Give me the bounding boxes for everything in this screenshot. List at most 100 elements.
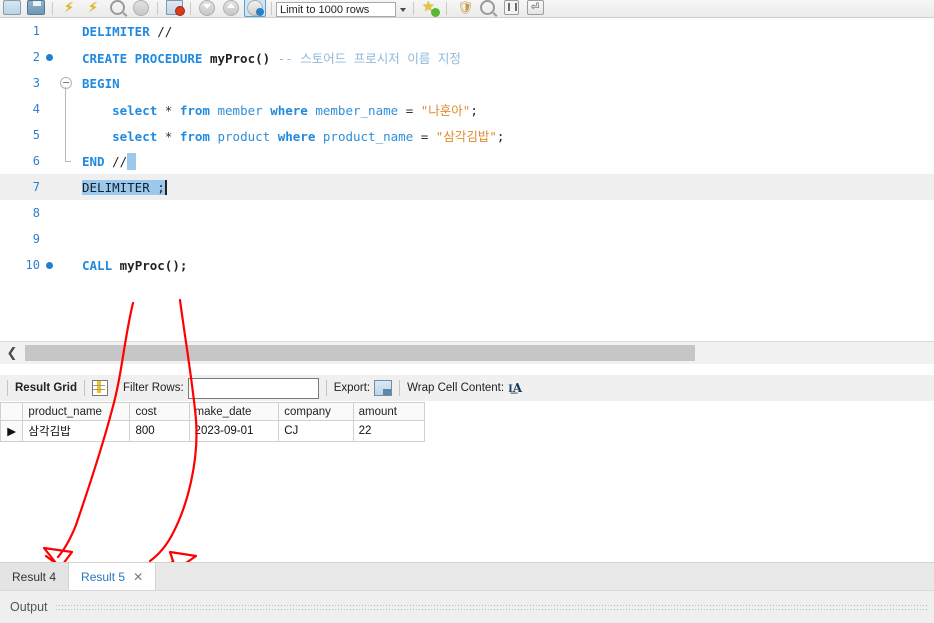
line-number: 1	[32, 24, 40, 38]
output-panel-header[interactable]: Output	[0, 590, 934, 623]
toolbar-divider	[446, 2, 447, 15]
code-line[interactable]: 5 select * from product where product_na…	[0, 122, 934, 148]
sql-keyword: select	[112, 128, 158, 144]
line-marker[interactable]	[40, 261, 58, 269]
sql-string: "나훈아"	[420, 102, 471, 118]
execute-current-statement-icon[interactable]	[82, 0, 104, 17]
code-text: CREATE PROCEDURE myProc() -- 스토어드 프로시저 이…	[74, 48, 934, 67]
code-text: DELIMITER //	[74, 24, 934, 39]
fold-gutter	[58, 148, 74, 174]
column-name: member_name	[315, 102, 399, 118]
code-line[interactable]: 10 CALL myProc();	[0, 252, 934, 278]
column-header[interactable]: company	[278, 402, 354, 421]
fold-collapse-icon[interactable]	[60, 77, 72, 89]
code-text: DELIMITER ;	[74, 179, 934, 195]
editor-horizontal-scrollbar[interactable]: ❮	[0, 341, 934, 364]
toggle-down-icon[interactable]	[196, 0, 218, 17]
filter-rows-input[interactable]	[187, 377, 319, 399]
wrap-lines-icon[interactable]: ⏎	[524, 0, 546, 17]
export-label: Export:	[333, 382, 371, 394]
code-line[interactable]: 4 select * from member where member_name…	[0, 96, 934, 122]
line-number: 9	[32, 232, 40, 246]
breakpoint-dot-icon	[45, 53, 53, 61]
code-line[interactable]: 9	[0, 226, 934, 252]
new-file-icon[interactable]	[1, 0, 23, 17]
line-number: 5	[32, 128, 40, 142]
line-number: 4	[32, 102, 40, 116]
sql-keyword: from	[179, 128, 210, 144]
stop-execution-icon[interactable]	[130, 0, 152, 17]
result-data-grid[interactable]: product_name cost make_date company amou…	[0, 402, 426, 442]
sql-keyword: where	[270, 102, 308, 118]
find-icon[interactable]	[476, 0, 498, 17]
chevron-down-icon[interactable]	[396, 2, 409, 17]
shield-icon[interactable]	[452, 0, 474, 17]
column-name: product_name	[322, 128, 414, 144]
sql-keyword: CREATE PROCEDURE	[82, 50, 203, 66]
table-name: product	[217, 128, 271, 144]
fold-gutter	[58, 200, 74, 226]
grid-view-icon[interactable]	[91, 380, 108, 396]
sql-delimiter: //	[112, 153, 128, 169]
scroll-left-icon[interactable]: ❮	[4, 345, 20, 361]
sql-keyword: DELIMITER	[82, 23, 150, 39]
scrollbar-thumb[interactable]	[25, 345, 695, 361]
code-line-current[interactable]: 7 DELIMITER ;	[0, 174, 934, 200]
sql-keyword: BEGIN	[82, 75, 120, 91]
code-line[interactable]: 1 DELIMITER //	[0, 18, 934, 44]
sql-code-editor[interactable]: 1 DELIMITER // 2 CREATE PROCEDURE myProc…	[0, 18, 934, 338]
toolbar-divider	[271, 2, 272, 15]
limit-rows-select[interactable]: Limit to 1000 rows	[276, 2, 396, 17]
line-number: 2	[32, 50, 40, 64]
commit-icon[interactable]	[244, 0, 266, 17]
toolbar-divider	[115, 380, 116, 396]
stop-on-error-icon[interactable]	[163, 0, 185, 17]
table-row[interactable]: ▶ 삼각김밥 800 2023-09-01 CJ 22	[0, 420, 426, 442]
row-selector-header	[0, 402, 24, 421]
sql-keyword: where	[277, 128, 316, 144]
beautify-icon[interactable]	[419, 0, 441, 17]
toolbar-divider	[52, 2, 53, 15]
procedure-name: myProc();	[119, 257, 188, 273]
code-line[interactable]: 3 BEGIN	[0, 70, 934, 96]
grid-cell-make-date[interactable]: 2023-09-01	[188, 420, 280, 442]
execute-script-icon[interactable]	[58, 0, 80, 17]
column-header[interactable]: make_date	[188, 402, 280, 421]
code-line[interactable]: 6 END //	[0, 148, 934, 174]
column-header[interactable]: amount	[352, 402, 426, 421]
toolbar-divider	[399, 380, 401, 396]
close-icon[interactable]: ✕	[133, 570, 143, 584]
save-file-icon[interactable]	[25, 0, 47, 17]
wrap-cell-content-label: Wrap Cell Content:	[407, 382, 505, 394]
code-text: select * from product where product_name…	[74, 126, 934, 145]
line-marker[interactable]	[40, 53, 58, 61]
fold-gutter	[58, 44, 74, 70]
grid-cell-company[interactable]: CJ	[278, 420, 354, 442]
code-line[interactable]: 2 CREATE PROCEDURE myProc() -- 스토어드 프로시저…	[0, 44, 934, 70]
export-icon[interactable]	[374, 380, 393, 396]
result-grid-label: Result Grid	[15, 382, 77, 394]
output-label: Output	[10, 600, 48, 614]
sql-keyword: CALL	[82, 257, 113, 273]
code-line[interactable]: 8	[0, 200, 934, 226]
column-header[interactable]: product_name	[22, 402, 131, 421]
toolbar-divider	[83, 380, 85, 396]
pause-icon[interactable]	[500, 0, 522, 17]
grid-cell-product-name[interactable]: 삼각김밥	[22, 420, 131, 442]
tab-result-4[interactable]: Result 4	[0, 563, 70, 591]
fold-gutter	[58, 96, 74, 122]
explain-query-icon[interactable]	[106, 0, 128, 17]
code-text: CALL myProc();	[74, 258, 934, 273]
tab-result-5[interactable]: Result 5 ✕	[69, 563, 157, 591]
wrap-text-icon[interactable]: I͟A	[508, 381, 522, 396]
row-selector[interactable]: ▶	[0, 420, 24, 442]
toolbar-divider	[7, 380, 8, 396]
fold-gutter	[58, 174, 74, 200]
fold-gutter[interactable]	[58, 70, 74, 96]
toggle-up-icon[interactable]	[220, 0, 242, 17]
grid-cell-cost[interactable]: 800	[129, 420, 190, 442]
column-header[interactable]: cost	[129, 402, 190, 421]
grid-cell-amount[interactable]: 22	[352, 420, 426, 442]
sql-string: "삼각김밥"	[435, 128, 497, 144]
filter-rows-label: Filter Rows:	[122, 382, 184, 394]
